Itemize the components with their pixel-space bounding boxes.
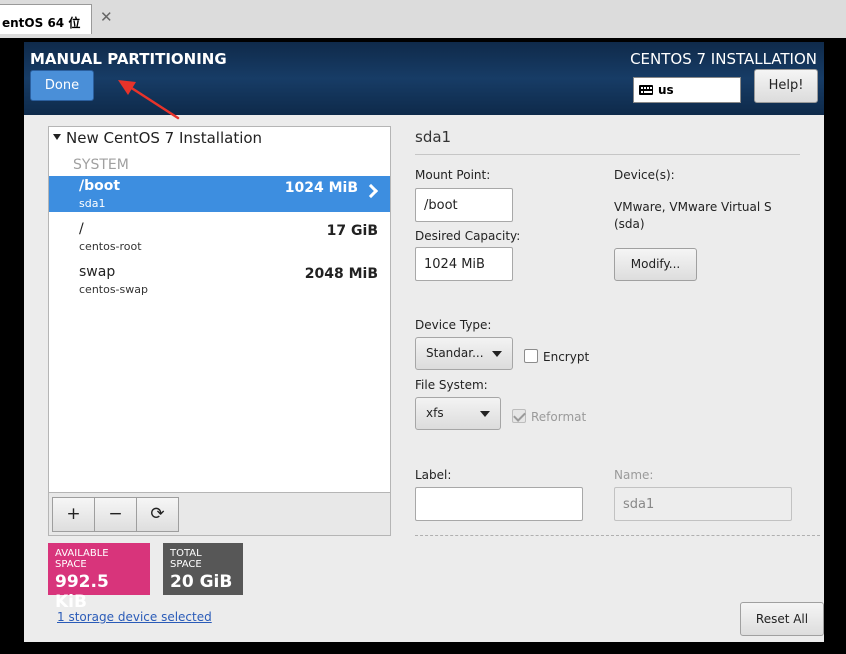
devices-line: VMware, VMware Virtual S	[614, 200, 772, 214]
encrypt-checkbox[interactable]	[524, 349, 538, 363]
partition-size: 17 GiB	[326, 223, 378, 239]
header-bar: MANUAL PARTITIONING Done CENTOS 7 INSTAL…	[24, 42, 824, 115]
total-space-label: TOTAL SPACE	[170, 548, 202, 570]
installer-window: MANUAL PARTITIONING Done CENTOS 7 INSTAL…	[24, 42, 824, 642]
vm-tab-bar: entOS 64 位 ✕	[0, 0, 846, 39]
remove-partition-button[interactable]: −	[94, 497, 137, 532]
label-input[interactable]	[415, 487, 583, 521]
partition-device: centos-swap	[79, 283, 148, 296]
installation-group-header[interactable]: New CentOS 7 Installation	[53, 129, 262, 147]
page-title: MANUAL PARTITIONING	[30, 50, 227, 68]
capacity-label: Desired Capacity:	[415, 229, 521, 243]
partition-toolbar: + − ⟳	[48, 492, 391, 536]
label-field-label: Label:	[415, 468, 452, 482]
expand-triangle-icon	[53, 133, 61, 140]
name-input[interactable]	[614, 487, 792, 521]
detail-bottom-divider	[415, 535, 820, 536]
partition-mount: /boot	[79, 178, 121, 194]
encrypt-label: Encrypt	[543, 350, 590, 364]
total-space-badge: TOTAL SPACE 20 GiB	[163, 543, 243, 595]
refresh-icon: ⟳	[150, 504, 165, 524]
partition-list: New CentOS 7 Installation SYSTEM /boot s…	[48, 126, 391, 536]
partition-row-swap[interactable]: swap centos-swap 2048 MiB	[49, 262, 390, 298]
installation-group-label: New CentOS 7 Installation	[66, 129, 263, 147]
filesystem-label: File System:	[415, 378, 488, 392]
keyboard-layout-label: us	[658, 83, 674, 97]
partition-row-boot[interactable]: /boot sda1 1024 MiB	[49, 176, 390, 212]
storage-device-link[interactable]: 1 storage device selected	[57, 610, 212, 624]
product-title: CENTOS 7 INSTALLATION	[630, 50, 817, 68]
devices-line: (sda)	[614, 217, 645, 231]
device-type-value: Standar...	[426, 346, 484, 360]
modify-button[interactable]: Modify...	[614, 248, 697, 281]
detail-title: sda1	[415, 128, 452, 146]
reset-all-button[interactable]: Reset All	[740, 602, 824, 636]
devices-label: Device(s):	[614, 168, 675, 182]
device-type-select[interactable]: Standar...	[415, 337, 513, 370]
partition-device: centos-root	[79, 240, 142, 253]
mount-point-input[interactable]	[415, 188, 513, 222]
dropdown-caret-icon	[492, 351, 502, 357]
reformat-checkbox[interactable]	[512, 409, 526, 423]
filesystem-value: xfs	[426, 406, 444, 420]
devices-value: VMware, VMware Virtual S (sda)	[614, 199, 804, 233]
available-space-value: 992.5 KiB	[55, 572, 109, 612]
partition-device: sda1	[79, 197, 106, 210]
mount-point-label: Mount Point:	[415, 168, 491, 182]
partition-mount: swap	[79, 264, 116, 280]
detail-divider	[415, 154, 800, 155]
add-partition-button[interactable]: +	[52, 497, 95, 532]
total-space-value: 20 GiB	[170, 572, 233, 592]
vm-tab-label: entOS 64 位	[2, 16, 81, 30]
refresh-button[interactable]: ⟳	[136, 497, 179, 532]
partition-size: 2048 MiB	[304, 266, 378, 282]
keyboard-layout-indicator[interactable]: us	[633, 77, 741, 103]
device-type-label: Device Type:	[415, 318, 492, 332]
done-button[interactable]: Done	[30, 70, 94, 101]
partition-mount: /	[79, 221, 84, 237]
checkmark-icon	[513, 409, 526, 422]
keyboard-icon	[639, 85, 653, 95]
section-label: SYSTEM	[73, 157, 129, 173]
chevron-right-icon	[363, 183, 379, 199]
available-space-label: AVAILABLE SPACE	[55, 548, 109, 570]
close-icon[interactable]: ✕	[100, 8, 113, 26]
vm-tab[interactable]: entOS 64 位	[0, 4, 92, 34]
name-field-label: Name:	[614, 468, 654, 482]
reformat-label: Reformat	[531, 410, 587, 424]
dropdown-caret-icon	[480, 411, 490, 417]
filesystem-select[interactable]: xfs	[415, 397, 501, 430]
available-space-badge: AVAILABLE SPACE 992.5 KiB	[48, 543, 150, 612]
help-button[interactable]: Help!	[754, 69, 818, 103]
capacity-input[interactable]	[415, 247, 513, 281]
partition-row-root[interactable]: / centos-root 17 GiB	[49, 219, 390, 255]
partition-size: 1024 MiB	[284, 180, 358, 196]
